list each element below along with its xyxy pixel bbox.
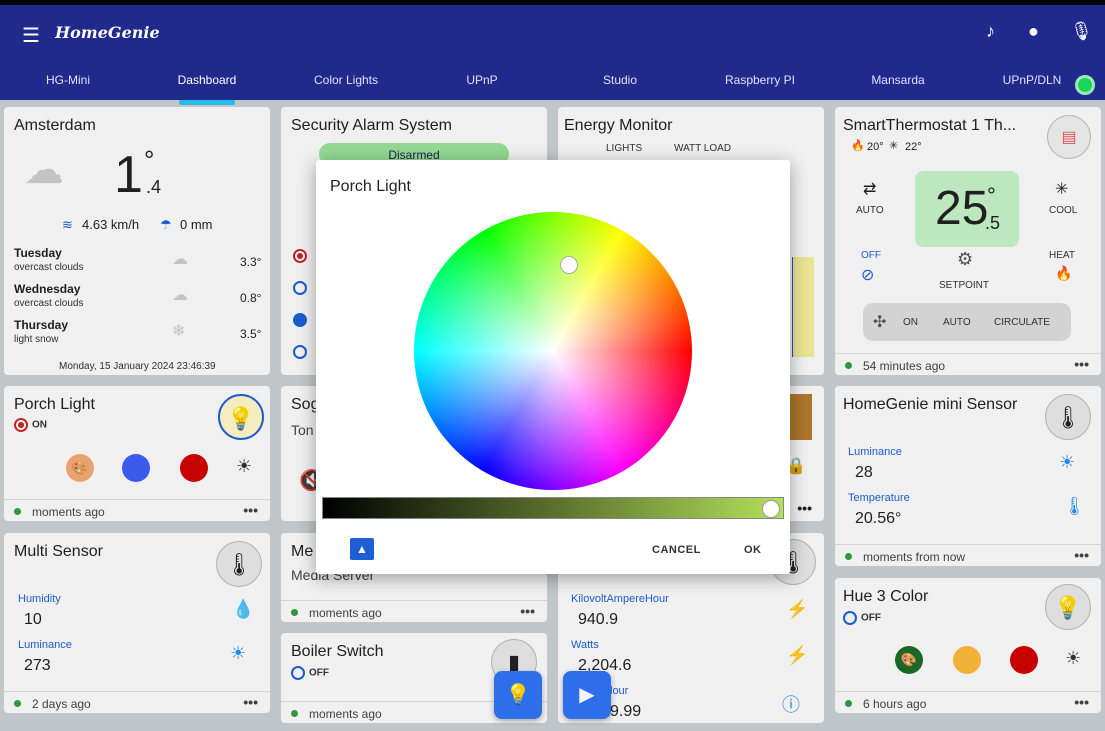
- ok-button[interactable]: OK: [744, 544, 762, 556]
- record-icon[interactable]: ●: [1028, 21, 1039, 42]
- brightness-slider[interactable]: [322, 497, 784, 519]
- app-header: ☰ HomeGenie ♪ ● 🎙 HG-Mini Dashboard Colo…: [0, 0, 1105, 105]
- color-wheel[interactable]: [414, 212, 692, 490]
- color-picker-dialog: Porch Light ▲ CANCEL OK: [316, 160, 790, 574]
- tab-studio[interactable]: Studio: [560, 73, 680, 87]
- status-indicator: [1075, 75, 1095, 95]
- brightness-slider-handle[interactable]: [762, 500, 780, 518]
- dialog-title: Porch Light: [330, 178, 411, 195]
- microphone-icon[interactable]: 🎙: [1070, 21, 1093, 42]
- tab-dashboard[interactable]: Dashboard: [147, 73, 267, 87]
- cancel-button[interactable]: CANCEL: [652, 544, 701, 556]
- image-icon[interactable]: ▲: [350, 538, 374, 560]
- hamburger-icon[interactable]: ☰: [22, 23, 40, 48]
- tab-hg-mini[interactable]: HG-Mini: [8, 73, 128, 87]
- tab-upnp[interactable]: UPnP: [422, 73, 542, 87]
- tab-color-lights[interactable]: Color Lights: [286, 73, 406, 87]
- tab-raspberry-pi[interactable]: Raspberry PI: [700, 73, 820, 87]
- tab-upnp-dln[interactable]: UPnP/DLN: [972, 73, 1092, 87]
- music-icon[interactable]: ♪: [986, 21, 995, 42]
- app-logo: HomeGenie: [55, 23, 160, 42]
- tab-mansarda[interactable]: Mansarda: [838, 73, 958, 87]
- color-wheel-handle[interactable]: [560, 256, 578, 274]
